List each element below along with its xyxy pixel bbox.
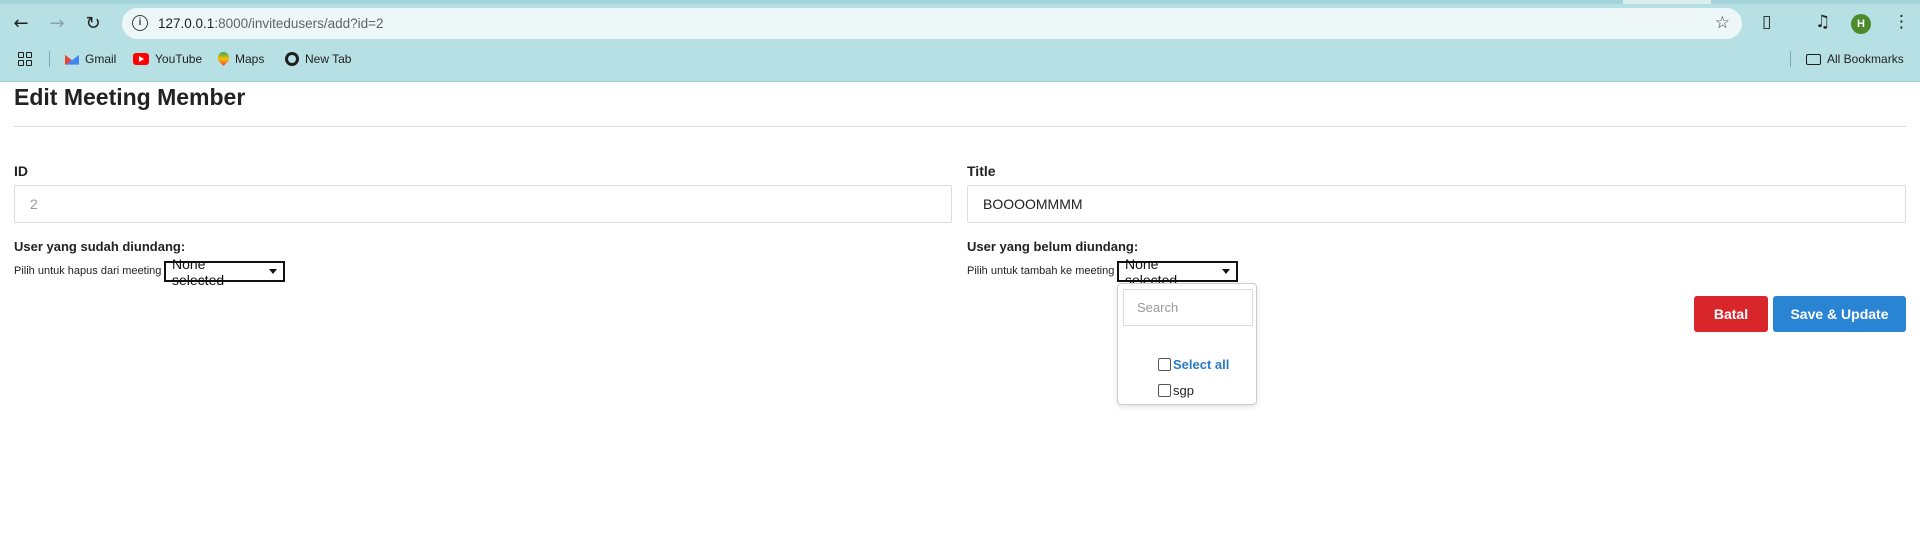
tab-strip	[0, 0, 1920, 4]
maps-icon	[218, 52, 229, 66]
reload-icon[interactable]: ↻	[82, 12, 104, 34]
bookmarks-bar: Gmail YouTube Maps New Tab All Bookmarks	[0, 48, 1920, 72]
apps-icon[interactable]	[18, 52, 32, 66]
invited-users-select[interactable]: None selected	[164, 256, 285, 288]
user-option[interactable]: sgp	[1158, 383, 1194, 398]
extensions-icon[interactable]: ▯	[1762, 12, 1771, 32]
uninvited-users-select[interactable]: None selected	[1117, 256, 1238, 288]
bookmark-label: YouTube	[155, 52, 203, 66]
url-path: :8000/invitedusers/add?id=2	[214, 16, 384, 31]
forward-icon[interactable]: →	[46, 12, 68, 34]
bookmark-label: Gmail	[85, 52, 117, 66]
checkbox[interactable]	[1158, 358, 1171, 371]
invited-select-value: None selected	[172, 255, 225, 288]
address-bar[interactable]: i 127.0.0.1:8000/invitedusers/add?id=2 ☆	[122, 8, 1742, 39]
user-option-label: sgp	[1173, 383, 1194, 398]
cancel-button[interactable]: Batal	[1694, 296, 1768, 332]
bookmark-divider	[1790, 51, 1791, 67]
uninvited-users-label: User yang belum diundang:	[967, 239, 1139, 254]
bookmark-maps[interactable]: Maps	[218, 52, 264, 66]
bookmark-star-icon[interactable]: ☆	[1715, 13, 1730, 33]
bookmark-label: New Tab	[305, 52, 352, 66]
globe-icon	[285, 52, 299, 66]
gmail-icon	[65, 54, 79, 65]
id-field: 2	[14, 185, 952, 223]
select-all-label: Select all	[1173, 357, 1230, 372]
url-text[interactable]: 127.0.0.1:8000/invitedusers/add?id=2	[158, 16, 384, 31]
page-content: Edit Meeting Member ID 2 Title BOOOOMMMM…	[0, 82, 1920, 549]
select-all-option[interactable]: Select all	[1158, 357, 1229, 372]
save-update-button[interactable]: Save & Update	[1773, 296, 1906, 332]
page-title: Edit Meeting Member	[14, 84, 246, 110]
folder-icon	[1806, 53, 1821, 65]
invited-users-helper: Pilih untuk hapus dari meeting	[14, 265, 162, 277]
checkbox[interactable]	[1158, 384, 1171, 397]
dropdown-search-input[interactable]: Search	[1123, 289, 1253, 326]
title-field[interactable]: BOOOOMMMM	[967, 185, 1906, 223]
youtube-icon	[133, 53, 149, 65]
bookmark-youtube[interactable]: YouTube	[133, 52, 202, 66]
menu-icon[interactable]: ⋮	[1893, 12, 1910, 32]
id-label: ID	[14, 163, 28, 179]
url-host: 127.0.0.1	[158, 16, 215, 31]
all-bookmarks-label: All Bookmarks	[1827, 52, 1904, 66]
title-divider	[14, 126, 1906, 127]
bookmark-divider	[49, 51, 50, 67]
bookmark-label: Maps	[235, 52, 265, 66]
uninvited-users-helper: Pilih untuk tambah ke meeting	[967, 265, 1115, 277]
caret-down-icon	[269, 269, 277, 274]
back-icon[interactable]: ←	[10, 12, 32, 34]
bookmark-gmail[interactable]: Gmail	[65, 52, 116, 66]
media-controls-icon[interactable]: ♫	[1815, 12, 1830, 32]
multiselect-dropdown: Search Select all sgp	[1117, 283, 1257, 405]
all-bookmarks[interactable]: All Bookmarks	[1806, 52, 1904, 66]
bookmark-new-tab[interactable]: New Tab	[285, 52, 351, 66]
browser-chrome: ← → ↻ i 127.0.0.1:8000/invitedusers/add?…	[0, 0, 1920, 82]
avatar[interactable]: H	[1851, 14, 1871, 34]
invited-users-label: User yang sudah diundang:	[14, 239, 186, 254]
active-tab-indicator	[1623, 0, 1711, 4]
site-info-icon[interactable]: i	[132, 15, 148, 31]
title-label: Title	[967, 163, 996, 179]
caret-down-icon	[1222, 269, 1230, 274]
